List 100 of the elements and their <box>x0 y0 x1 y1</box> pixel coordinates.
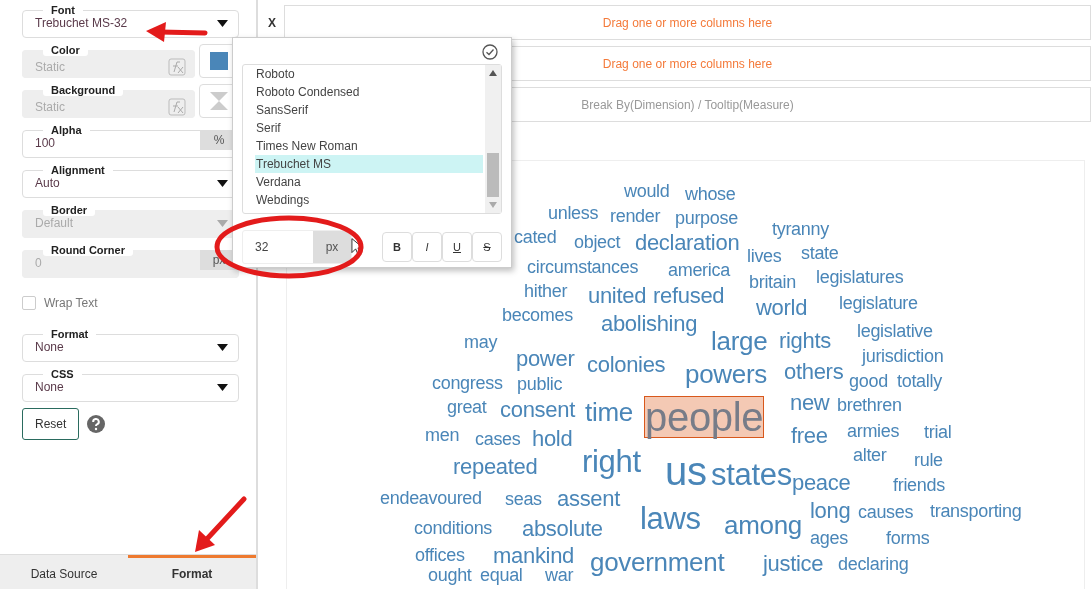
size-field[interactable]: 32 px <box>242 230 352 264</box>
word[interactable]: declaring <box>838 555 909 574</box>
word[interactable]: equal <box>480 566 523 585</box>
style-toggle[interactable]: U <box>442 232 472 262</box>
formula-icon[interactable] <box>168 97 186 116</box>
font-option[interactable]: Serif <box>255 119 483 137</box>
word[interactable]: totally <box>897 372 942 391</box>
word[interactable]: war <box>545 566 574 585</box>
word[interactable]: jurisdiction <box>862 347 944 366</box>
word[interactable]: conditions <box>414 519 493 538</box>
word[interactable]: great <box>447 398 487 417</box>
word[interactable]: public <box>517 375 563 394</box>
dropdown[interactable]: CSS None <box>22 368 239 402</box>
word[interactable]: colonies <box>587 353 666 376</box>
word[interactable]: time <box>585 398 633 425</box>
word[interactable]: whose <box>685 185 736 204</box>
word[interactable]: hither <box>524 282 568 301</box>
scrollbar[interactable] <box>485 65 501 213</box>
word[interactable]: armies <box>847 422 900 441</box>
word[interactable]: new <box>790 391 830 414</box>
word[interactable]: trial <box>924 423 952 442</box>
word[interactable]: forms <box>886 529 930 548</box>
word[interactable]: state <box>801 244 839 263</box>
word[interactable]: cated <box>514 228 557 247</box>
word[interactable]: people <box>644 396 765 438</box>
word[interactable]: hold <box>532 427 573 450</box>
word[interactable]: seas <box>505 490 542 509</box>
dropdown[interactable]: Format None <box>22 328 239 362</box>
caret-icon <box>217 179 228 187</box>
word[interactable]: rights <box>779 329 831 352</box>
word[interactable]: free <box>791 424 828 447</box>
word[interactable]: cases <box>475 430 521 449</box>
word[interactable]: circumstances <box>527 258 639 277</box>
reset-button[interactable]: Reset <box>22 408 80 440</box>
word[interactable]: friends <box>893 476 945 495</box>
style-toggle[interactable]: S <box>472 232 502 262</box>
word[interactable]: offices <box>415 546 465 565</box>
word[interactable]: object <box>574 233 621 252</box>
word[interactable]: rule <box>914 451 943 470</box>
scroll-down-icon[interactable] <box>489 202 497 208</box>
word[interactable]: unless <box>548 204 599 223</box>
scrollbar-thumb[interactable] <box>487 153 499 197</box>
font-option[interactable]: Trebuchet MS <box>255 155 483 173</box>
word[interactable]: powers <box>685 360 767 387</box>
word[interactable]: endeavoured <box>380 489 482 508</box>
word[interactable]: repeated <box>453 455 538 478</box>
word[interactable]: purpose <box>675 209 738 228</box>
word[interactable]: abolishing <box>601 312 698 335</box>
word[interactable]: assent <box>557 487 621 510</box>
word[interactable]: would <box>624 182 670 201</box>
word[interactable]: may <box>464 333 498 352</box>
check-circle-icon[interactable] <box>482 44 498 60</box>
word[interactable]: men <box>425 426 460 445</box>
caret-icon <box>217 383 228 391</box>
word[interactable]: legislatures <box>816 268 904 287</box>
word[interactable]: consent <box>500 398 575 421</box>
word[interactable]: others <box>784 360 844 383</box>
word[interactable]: states <box>711 458 792 490</box>
word[interactable]: transporting <box>930 502 1022 521</box>
font-option[interactable]: Webdings <box>255 191 483 209</box>
word[interactable]: justice <box>763 552 824 575</box>
word[interactable]: ages <box>810 529 848 548</box>
word[interactable]: refused <box>653 284 725 307</box>
word[interactable]: absolute <box>522 517 603 540</box>
word[interactable]: america <box>668 261 730 280</box>
word[interactable]: mankind <box>493 544 575 567</box>
scroll-up-icon[interactable] <box>489 70 497 76</box>
word[interactable]: world <box>756 296 808 319</box>
font-option[interactable]: Verdana <box>255 173 483 191</box>
formula-icon[interactable] <box>168 57 186 76</box>
word[interactable]: us <box>665 451 707 491</box>
word[interactable]: congress <box>432 374 503 393</box>
word[interactable]: declaration <box>635 231 740 254</box>
style-toggle[interactable]: B <box>382 232 412 262</box>
word[interactable]: united <box>588 284 647 307</box>
word[interactable]: good <box>849 372 888 391</box>
word[interactable]: right <box>582 445 641 477</box>
style-toggle[interactable]: I <box>412 232 442 262</box>
help-icon[interactable] <box>87 415 106 433</box>
checkbox[interactable] <box>22 296 36 310</box>
word[interactable]: laws <box>640 502 701 534</box>
font-option[interactable]: Times New Roman <box>255 137 483 155</box>
word[interactable]: brethren <box>837 396 902 415</box>
word[interactable]: britain <box>749 273 796 292</box>
word[interactable]: causes <box>858 503 914 522</box>
word[interactable]: render <box>610 207 661 226</box>
word[interactable]: legislative <box>857 322 933 341</box>
word[interactable]: government <box>590 548 725 575</box>
word[interactable]: large <box>711 327 768 354</box>
word[interactable]: ought <box>428 566 472 585</box>
word[interactable]: peace <box>792 471 851 494</box>
word[interactable]: power <box>516 347 575 370</box>
word[interactable]: among <box>724 511 802 538</box>
word[interactable]: alter <box>853 446 887 465</box>
dropdown: Color Static <box>22 44 195 78</box>
word[interactable]: tyranny <box>772 220 829 239</box>
word[interactable]: legislature <box>839 294 918 313</box>
word[interactable]: long <box>810 499 851 522</box>
word[interactable]: becomes <box>502 306 573 325</box>
word[interactable]: lives <box>747 247 782 266</box>
